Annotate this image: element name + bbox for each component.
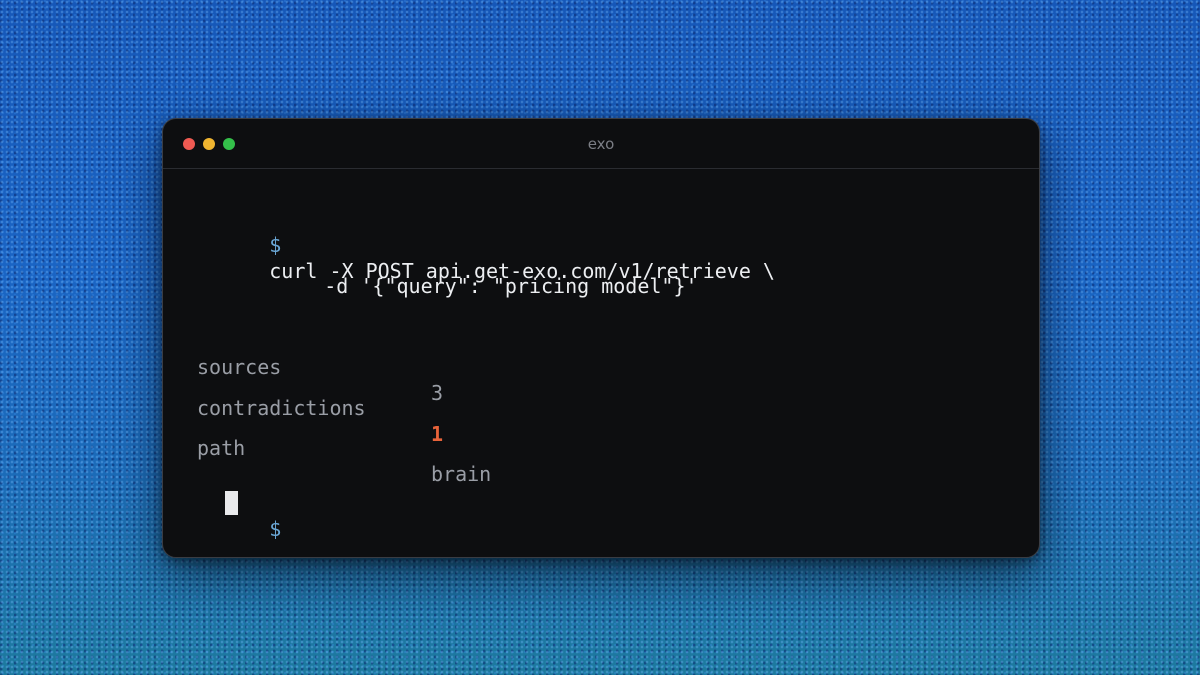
- result-row-contradictions: contradictions 1: [197, 369, 597, 446]
- result-key: path: [197, 436, 246, 460]
- input-line[interactable]: $: [197, 490, 281, 541]
- window-titlebar: exo: [163, 119, 1039, 169]
- window-title: exo: [587, 135, 615, 153]
- command-line-2: -d '{"query": "pricing model"}': [252, 247, 697, 298]
- terminal-window: exo $ curl -X POST api.get-exo.com/v1/re…: [162, 118, 1040, 558]
- command-line-1: $ curl -X POST api.get-exo.com/v1/retrie…: [197, 206, 775, 283]
- command-text-2: -d '{"query": "pricing model"}': [324, 274, 698, 298]
- prompt-symbol: $: [269, 517, 282, 541]
- text-cursor: [225, 491, 238, 515]
- result-row-path: path brain: [197, 409, 597, 486]
- result-row-sources: sources 3: [197, 328, 597, 405]
- result-value: brain: [431, 462, 492, 486]
